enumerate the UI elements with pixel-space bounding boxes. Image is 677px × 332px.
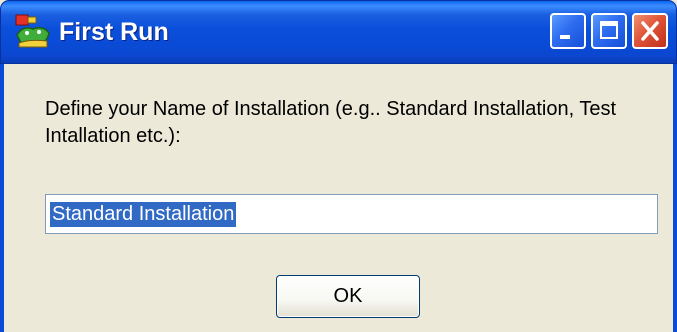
close-icon: [641, 21, 659, 41]
title-bar[interactable]: First Run: [0, 0, 677, 64]
installation-name-input[interactable]: Standard Installation: [45, 194, 658, 234]
minimize-button[interactable]: [550, 13, 586, 49]
selected-input-text: Standard Installation: [50, 202, 237, 227]
installation-name-prompt: Define your Name of Installation (e.g.. …: [45, 98, 617, 147]
minimize-icon: [560, 35, 570, 39]
window-frame-left: [0, 64, 4, 332]
window-frame-right: [673, 64, 677, 332]
dialog-window: First Run Define your Name of Installati…: [0, 0, 677, 332]
ok-button[interactable]: OK: [276, 275, 420, 318]
close-button[interactable]: [632, 13, 668, 49]
app-icon: [13, 13, 53, 53]
window-title: First Run: [59, 18, 169, 46]
maximize-icon: [600, 21, 618, 39]
maximize-button[interactable]: [591, 13, 627, 49]
